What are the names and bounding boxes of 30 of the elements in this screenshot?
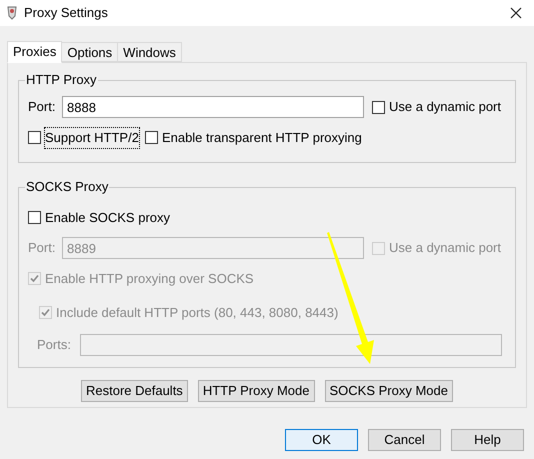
port-label: Port: [28, 98, 56, 116]
port-label: Port: [28, 239, 56, 258]
checkbox-label: Use a dynamic port [389, 98, 501, 116]
port-field[interactable]: 8888 [62, 96, 364, 118]
mode-button[interactable]: SOCKS Proxy Mode [324, 380, 453, 402]
tab[interactable]: Proxies [7, 41, 62, 63]
checkbox-label: Enable transparent HTTP proxying [162, 129, 362, 147]
check-icon [30, 274, 39, 284]
checkbox[interactable] [144, 131, 158, 144]
dialog-button[interactable]: Help [451, 429, 524, 451]
mode-button[interactable]: HTTP Proxy Mode [198, 380, 314, 402]
checkbox-label: Use a dynamic port [389, 239, 501, 258]
group-title: HTTP Proxy [25, 72, 98, 88]
mode-button[interactable]: Restore Defaults [80, 380, 188, 402]
window-title: Proxy Settings [24, 4, 108, 22]
checkbox-label: Support HTTP/2 [45, 128, 139, 148]
checkbox-label: Enable HTTP proxying over SOCKS [45, 270, 254, 288]
app-icon [6, 6, 18, 20]
checkbox-label: Include default HTTP ports (80, 443, 8080, 8443) [56, 304, 338, 322]
group-title: SOCKS Proxy [25, 178, 110, 194]
close-icon[interactable] [510, 7, 522, 19]
checkbox[interactable] [372, 100, 385, 114]
dialog-button[interactable]: Cancel [368, 429, 441, 451]
checkbox-label: Enable SOCKS proxy [45, 208, 170, 227]
ports-label: Ports: [37, 336, 72, 354]
tab[interactable]: Options [61, 42, 118, 62]
tab[interactable]: Windows [117, 42, 182, 62]
check-icon [41, 308, 50, 317]
checkbox[interactable] [28, 131, 41, 144]
dialog-button[interactable]: OK [285, 429, 358, 451]
